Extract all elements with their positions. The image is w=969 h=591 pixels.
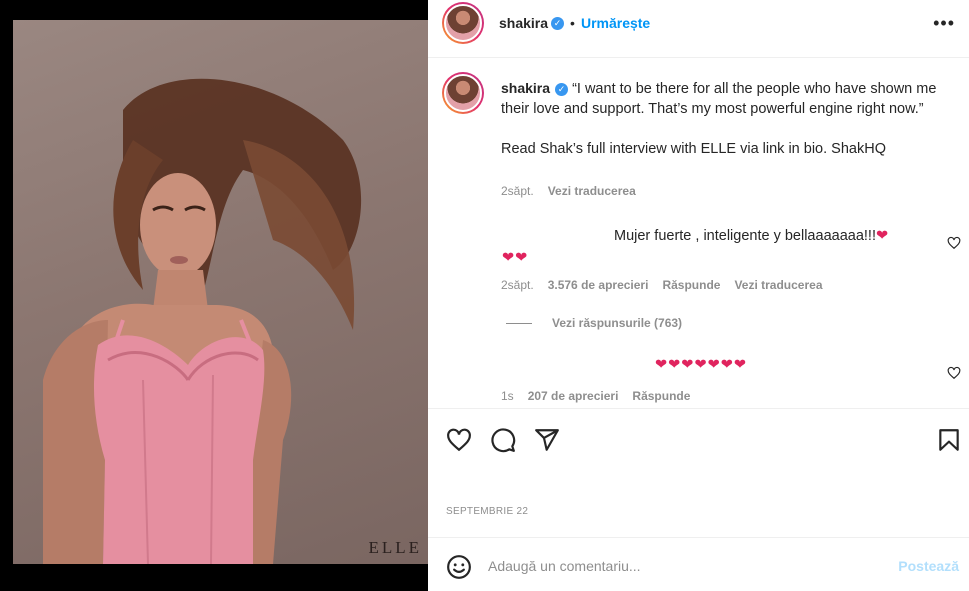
emoji-icon[interactable] xyxy=(446,554,472,580)
comment-1-likes[interactable]: 3.576 de aprecieri xyxy=(548,278,649,292)
post-side-panel: shakira ✓ • Urmărește ••• shakira ✓ “I wa… xyxy=(428,0,969,591)
caption-username[interactable]: shakira xyxy=(501,80,550,96)
heart-icon[interactable] xyxy=(446,427,472,453)
replies-divider xyxy=(506,322,532,324)
photo-illustration xyxy=(43,78,362,564)
comment-2-time[interactable]: 1s xyxy=(501,389,514,403)
caption-avatar[interactable] xyxy=(442,72,484,114)
send-icon[interactable] xyxy=(534,427,560,453)
verified-badge-icon: ✓ xyxy=(551,16,565,30)
author-info: shakira ✓ • Urmărește xyxy=(499,15,650,31)
comment-1-like-icon[interactable] xyxy=(947,236,961,250)
caption-translate-button[interactable]: Vezi traducerea xyxy=(548,184,636,198)
comment-2-reply-button[interactable]: Răspunde xyxy=(632,389,690,403)
post-comment-button[interactable]: Postează xyxy=(898,558,959,574)
comments-section: shakira ✓ “I want to be there for all the… xyxy=(428,58,969,408)
caption-text: shakira ✓ “I want to be there for all the… xyxy=(501,78,951,159)
view-replies-button[interactable]: Vezi răspunsurile (763) xyxy=(506,316,682,330)
comment-1-text: Mujer fuerte , inteligente y bellaaaaaaa… xyxy=(614,228,889,244)
comment-1-reply-button[interactable]: Răspunde xyxy=(662,278,720,292)
comment-2-likes[interactable]: 207 de aprecieri xyxy=(528,389,619,403)
post-modal: ELLE shakira ✓ • Urmărește ••• shakira ✓ … xyxy=(0,0,969,591)
follow-button[interactable]: Urmărește xyxy=(581,15,650,31)
comment-input[interactable] xyxy=(488,552,888,580)
author-username[interactable]: shakira xyxy=(499,15,548,31)
post-header: shakira ✓ • Urmărește ••• xyxy=(428,0,969,58)
comment-2-like-icon[interactable] xyxy=(947,366,961,380)
bookmark-icon[interactable] xyxy=(936,427,962,453)
comment-1-translate-button[interactable]: Vezi traducerea xyxy=(734,278,822,292)
comment-1-hearts: ❤❤ xyxy=(502,250,528,266)
post-date[interactable]: SEPTEMBRIE 22 xyxy=(446,506,528,517)
view-replies-label: Vezi răspunsurile (763) xyxy=(552,316,683,330)
post-media: ELLE xyxy=(0,0,428,591)
comment-2-body: ❤❤❤❤❤❤❤ xyxy=(655,357,748,373)
more-options-icon[interactable]: ••• xyxy=(933,13,955,34)
comment-1-heart: ❤ xyxy=(875,228,890,244)
caption-time[interactable]: 2săpt. xyxy=(501,184,534,198)
add-comment-bar: Postează xyxy=(428,537,969,591)
post-photo[interactable]: ELLE xyxy=(13,20,428,564)
comment-icon[interactable] xyxy=(490,427,516,453)
caption-meta: 2săpt. Vezi traducerea xyxy=(501,184,636,198)
caption-body-2: Read Shak’s full interview with ELLE via… xyxy=(501,141,886,157)
author-avatar[interactable] xyxy=(442,2,484,44)
comment-2-meta: 1s 207 de aprecieri Răspunde xyxy=(501,389,690,403)
verified-badge-icon: ✓ xyxy=(555,82,569,96)
post-actions xyxy=(428,408,969,464)
comment-1-meta: 2săpt. 3.576 de aprecieri Răspunde Vezi … xyxy=(501,278,823,292)
elle-watermark: ELLE xyxy=(368,538,422,557)
comment-2-text: ❤❤❤❤❤❤❤ xyxy=(655,357,747,373)
separator-dot: • xyxy=(570,15,575,31)
comment-1-time[interactable]: 2săpt. xyxy=(501,278,534,292)
comment-1-hearts-line: ❤❤ xyxy=(502,250,529,266)
comment-1-body: Mujer fuerte , inteligente y bellaaaaaaa… xyxy=(614,228,876,244)
